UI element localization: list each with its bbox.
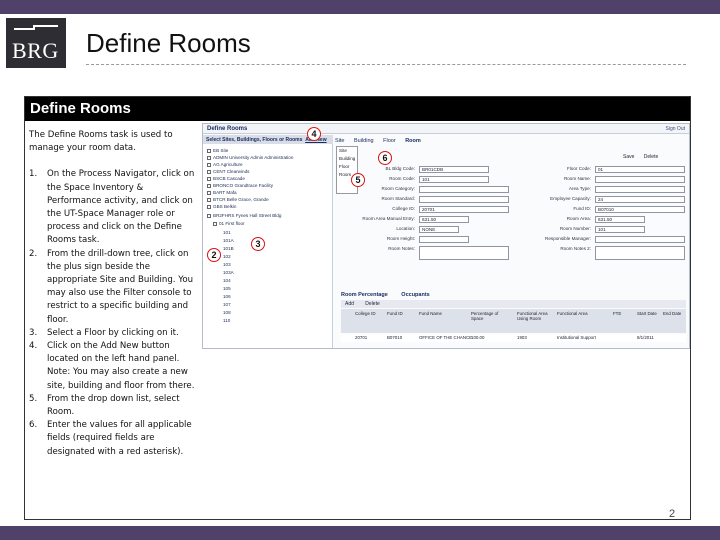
floor-code-field[interactable]: 01 [595,166,685,173]
title-divider [86,64,686,65]
tree-room[interactable]: 105 [223,286,231,291]
tree-room[interactable]: 104 [223,278,231,283]
step-item: 6. Enter the values for all applicable fi… [29,420,192,457]
room-category-field[interactable] [419,186,509,193]
tree-item[interactable]: AG Agriculture [207,162,243,167]
section-heading: Define Rooms [25,97,690,121]
tree-item[interactable]: EB Site [207,148,228,153]
bldg-code-field[interactable]: BR01CDB [419,166,489,173]
app-title: Define Rooms [207,126,248,132]
tab-floor[interactable]: Floor [383,138,396,144]
tree-room[interactable]: 103 [223,262,231,267]
app-screenshot: Define Rooms Sign Out Select Sites, Buil… [202,123,690,349]
expand-icon [207,183,211,188]
tab-room[interactable]: Room [405,138,421,144]
room-notes-2-field[interactable] [595,246,685,260]
content-panel: Define Rooms The Define Rooms task is us… [24,96,691,520]
callout-2: 2 [207,248,221,262]
tree-item[interactable]: CENT Clearwinds [207,169,249,174]
room-standard-field[interactable] [419,196,509,203]
room-area-manual-field[interactable]: 631.50 [419,216,469,223]
subtabs: Room Percentage Occupants [341,292,442,298]
save-button[interactable]: Save [623,154,634,160]
tree-item[interactable]: BTCR Belle Grace, Grande [207,197,269,202]
bottom-accent-band [0,526,720,540]
app-header: Define Rooms Sign Out [203,124,689,134]
tree-room[interactable]: 108 [223,310,231,315]
expand-icon [207,176,211,181]
expand-icon [207,155,211,160]
room-height-field[interactable] [419,236,469,243]
step-item: 3. Select a Floor by clicking on it. [29,327,179,338]
callout-5: 5 [351,173,365,187]
expand-icon [207,197,211,202]
tab-room-percentage[interactable]: Room Percentage [341,292,388,298]
employee-capacity-field[interactable]: 24 [595,196,685,203]
grid-toolbar: Add Delete [341,300,686,308]
page-number: 2 [669,508,676,520]
tree-room[interactable]: 107 [223,302,231,307]
instructions-steps: 1. On the Process Navigator, click on the… [29,168,195,458]
logo-mark-icon [14,25,58,35]
college-id-field[interactable]: 20701 [419,206,509,213]
tree-room[interactable]: 101 [223,230,231,235]
tree-room[interactable]: 103A [223,270,234,275]
form-toolbar: Save Delete [623,154,666,160]
responsible-manager-field[interactable] [595,236,685,243]
record-tabs: Site Building Floor Room [335,138,429,146]
expand-icon [207,204,211,209]
tree-item[interactable]: BRONCO Grandtrace Facility [207,183,273,188]
callout-6: 6 [378,151,392,165]
grid-delete-button[interactable]: Delete [365,301,379,307]
tree-item[interactable]: ADMIN University Admin Administration [207,155,293,160]
instructions-intro: The Define Rooms task is used to manage … [29,130,173,154]
expand-icon [207,213,211,218]
table-row[interactable]: 20701 B07010 OFFICE OF THE CHANCE 100.00… [341,334,686,342]
room-name-field[interactable] [595,176,685,183]
room-form: BL Bldg Code: BR01CDB Floor Code: 01 Room C… [343,162,688,260]
room-code-field[interactable]: 101 [419,176,489,183]
tree-room[interactable]: 102 [223,254,231,259]
step-item: 5. From the drop down list, select Room. [29,393,180,418]
page-title: Define Rooms [86,28,251,58]
callout-4: 4 [307,127,321,141]
grid-header: College ID Fund ID Fund Name Percentage … [341,309,686,333]
brg-logo: BRG [6,18,66,68]
room-number-field[interactable]: 101 [595,226,645,233]
tree-item[interactable]: GBS Belkin [207,204,237,209]
callout-3: 3 [251,237,265,251]
tree-room[interactable]: 110 [223,318,230,323]
expand-icon [207,148,211,153]
location-select[interactable]: NONE [419,226,459,233]
instructions-text: The Define Rooms task is used to manage … [29,129,195,459]
room-area-field[interactable]: 631.50 [595,216,645,223]
signout-link[interactable]: Sign Out [666,126,685,132]
tree-room[interactable]: 106 [223,294,231,299]
fund-id-field[interactable]: B07010 [595,206,685,213]
top-accent-band [0,0,720,14]
drill-down-tree: Select Sites, Buildings, Floors or Rooms… [203,135,333,348]
room-notes-field[interactable] [419,246,509,260]
tab-building[interactable]: Building [354,138,374,144]
area-type-field[interactable] [595,186,685,193]
tree-item[interactable]: BSCB Cascade [207,176,245,181]
grid-add-button[interactable]: Add [345,301,354,307]
step-item: 1. On the Process Navigator, click on the… [29,169,195,246]
expand-icon [213,221,217,226]
logo-text: BRG [12,38,59,63]
expand-icon [207,162,211,167]
step-item: 4. Click on the Add New button located on… [29,341,195,391]
step-item: 2. From the drill-down tree, click on the… [29,248,194,325]
tree-item[interactable]: BART Mafa [207,190,237,195]
tree-item[interactable]: BR2FHRS Fynes Hall Street Bldg [207,213,281,218]
tab-site[interactable]: Site [335,138,344,144]
tree-room[interactable]: 101B [223,246,234,251]
expand-icon [207,190,211,195]
expand-icon [207,169,211,174]
tab-occupants[interactable]: Occupants [401,292,429,298]
tree-item-floor[interactable]: 01 First floor [213,221,245,226]
menu-item-site[interactable]: Site [337,147,357,155]
tree-room[interactable]: 101A [223,238,234,243]
delete-button[interactable]: Delete [644,154,658,160]
